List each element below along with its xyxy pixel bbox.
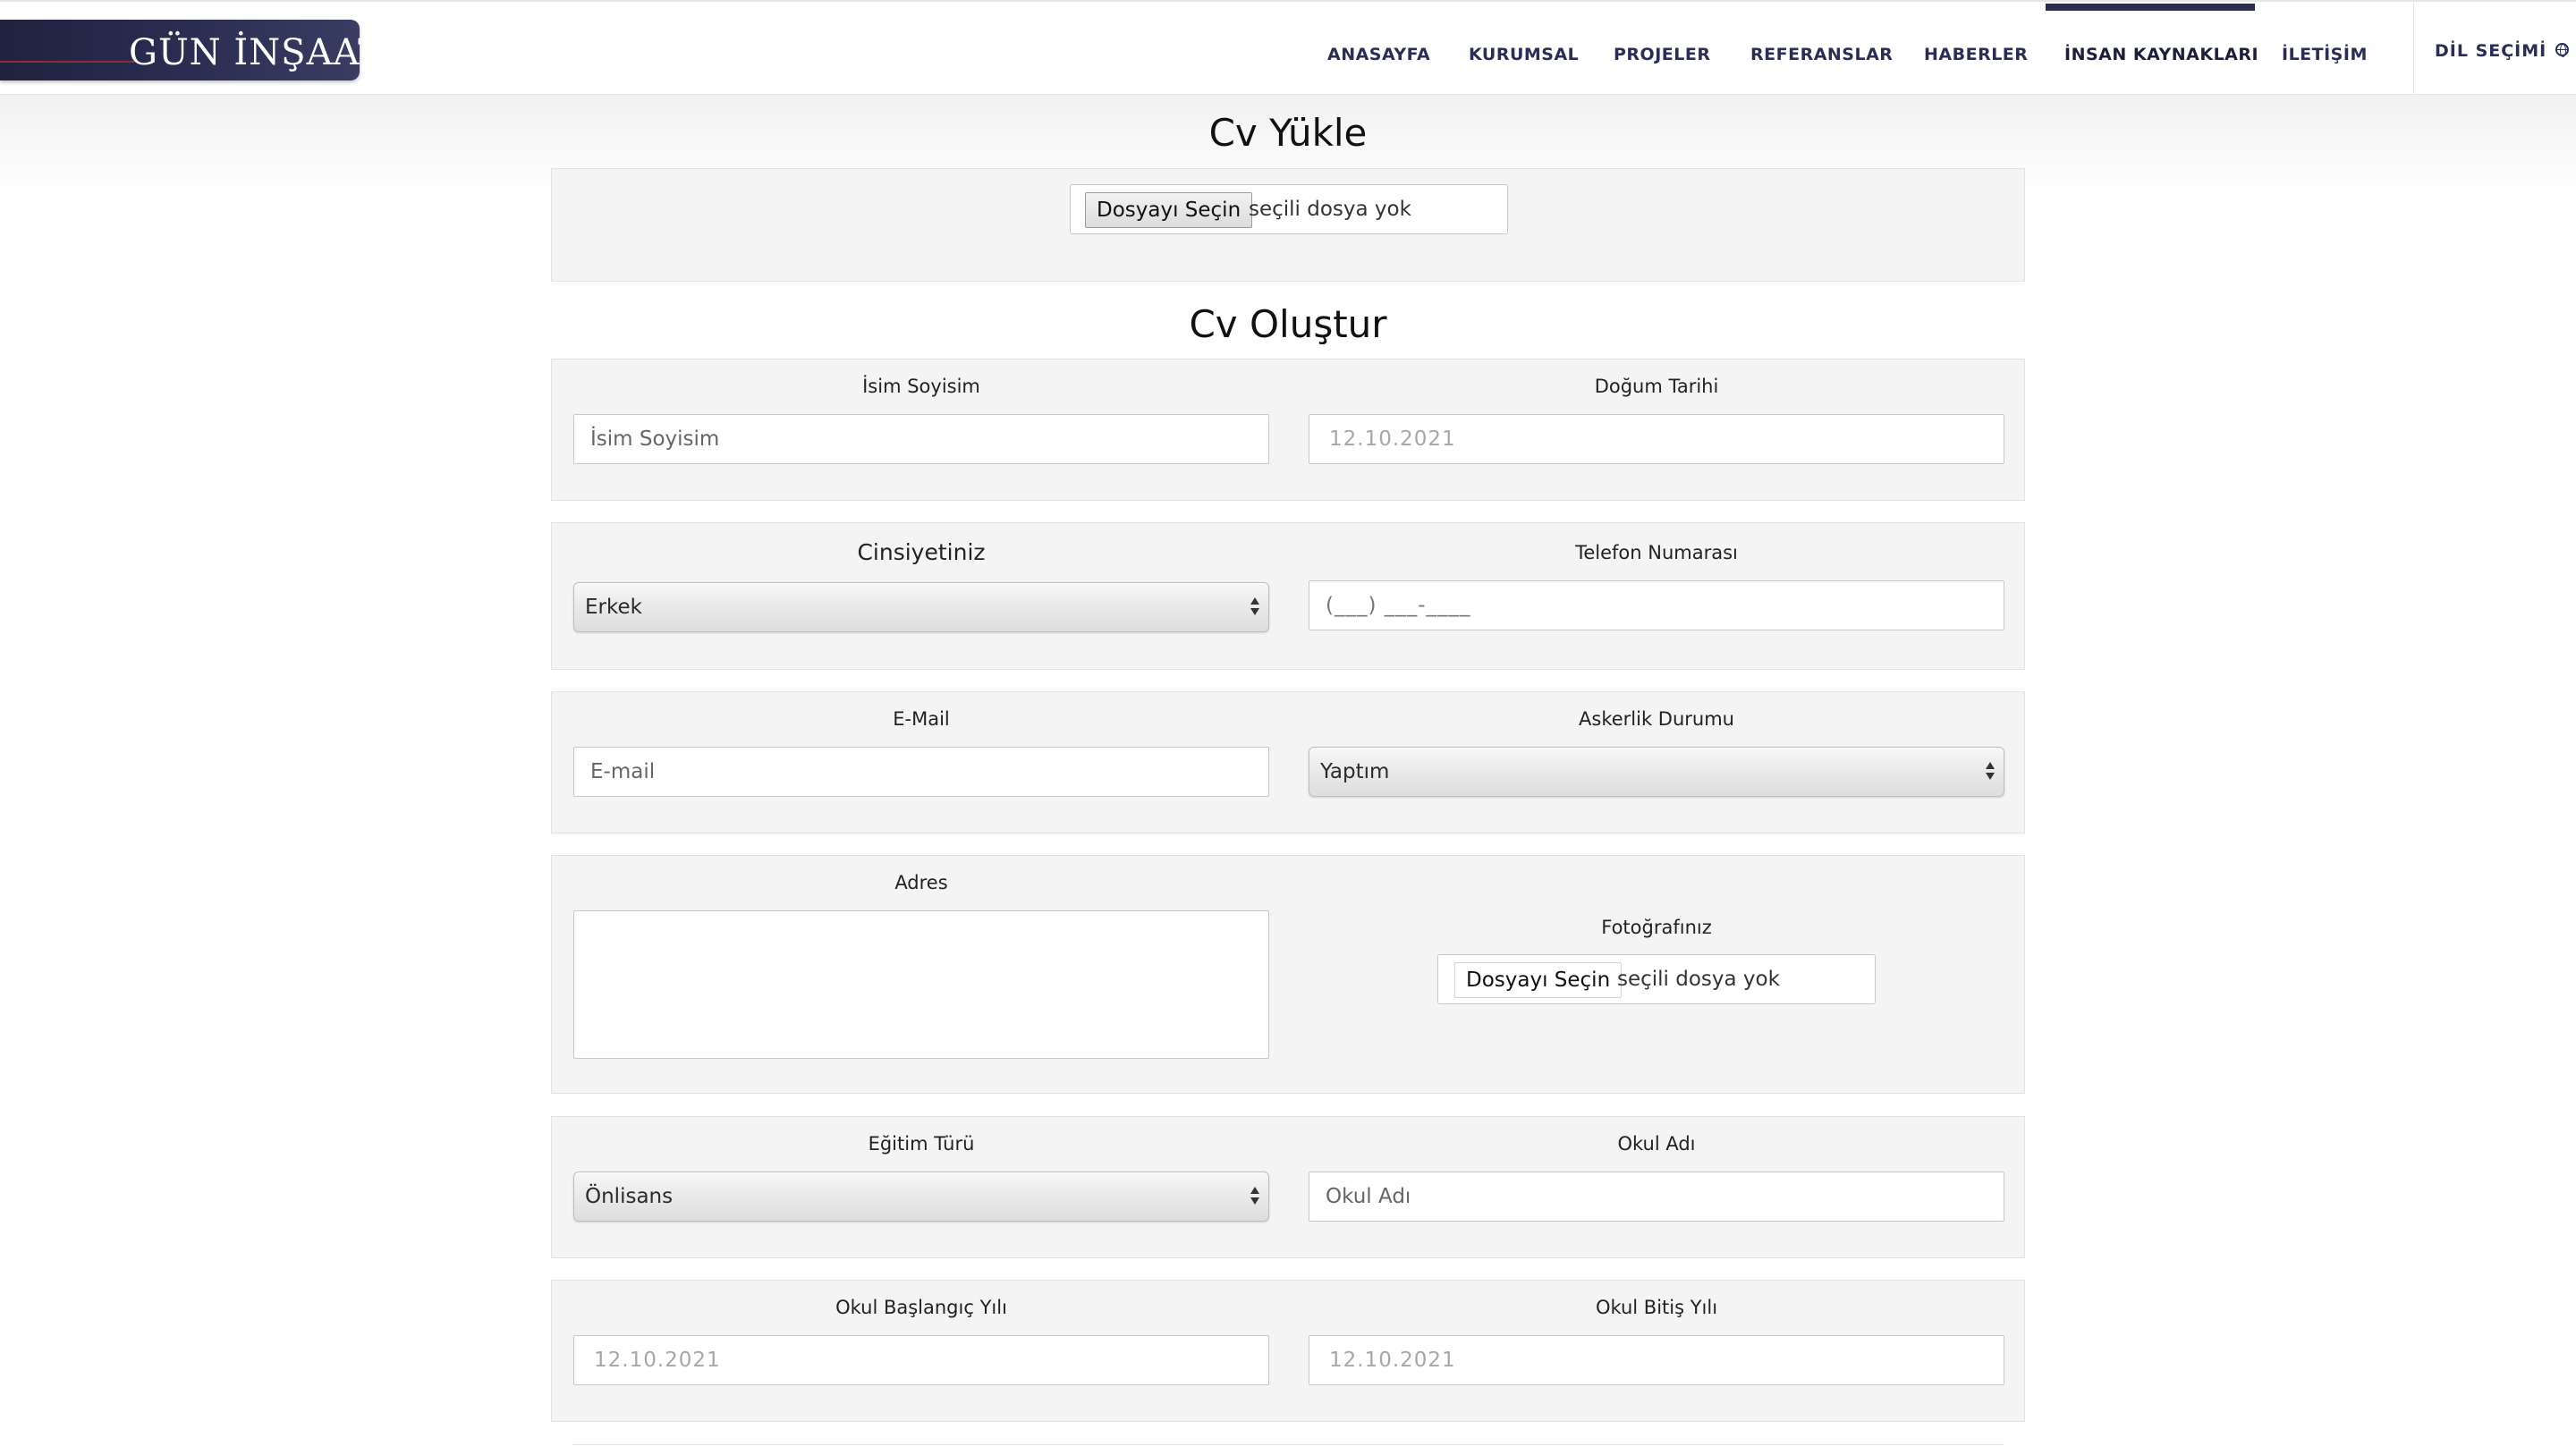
cv-file-status: seçili dosya yok — [1249, 198, 1411, 221]
cv-choose-file-button[interactable]: Dosyayı Seçin — [1085, 192, 1253, 228]
birth-date-input[interactable]: 12.10.2021 — [1309, 414, 2004, 464]
phone-label: Telefon Numarası — [1575, 542, 1738, 563]
name-input[interactable]: İsim Soyisim — [573, 414, 1269, 464]
nav-item-projeler[interactable]: PROJELER — [1614, 45, 1710, 64]
cv-upload-panel: Dosyayı Seçin seçili dosya yok — [551, 168, 2025, 282]
site-header: GÜN İNŞAAT ® ANASAYFA KURUMSAL PROJELER R… — [0, 0, 2576, 95]
language-label: DİL SEÇİMİ — [2435, 41, 2547, 61]
military-status-select[interactable]: Yaptım — [1309, 747, 2004, 797]
nav-item-anasayfa[interactable]: ANASAYFA — [1327, 45, 1430, 64]
select-arrows-icon — [1250, 597, 1259, 617]
school-end-input[interactable]: 12.10.2021 — [1309, 1335, 2004, 1385]
select-arrows-icon — [1250, 1187, 1259, 1206]
nav-item-kurumsal[interactable]: KURUMSAL — [1469, 45, 1579, 64]
brand-name: GÜN İNŞAAT — [129, 32, 383, 73]
cv-upload-title: Cv Yükle — [1208, 111, 1368, 155]
education-panel: Eğitim Türü Önlisans Okul Adı Okul Adı — [551, 1116, 2025, 1258]
address-textarea[interactable] — [573, 910, 1269, 1059]
school-name-label: Okul Adı — [1617, 1133, 1696, 1155]
gender-selected-value: Erkek — [585, 596, 642, 619]
brand-logo[interactable]: GÜN İNŞAAT ® — [0, 20, 395, 80]
birth-date-label: Doğum Tarihi — [1594, 376, 1719, 397]
photo-file-input[interactable]: Dosyayı Seçin seçili dosya yok — [1437, 954, 1876, 1004]
personal-info-panel: İsim Soyisim İsim Soyisim Doğum Tarihi 1… — [551, 359, 2025, 501]
email-label: E-Mail — [893, 708, 950, 730]
school-end-label: Okul Bitiş Yılı — [1595, 1297, 1718, 1318]
language-selector[interactable]: DİL SEÇİMİ — [2435, 41, 2570, 61]
globe-icon — [2555, 43, 2570, 57]
school-dates-panel: Okul Başlangıç Yılı 12.10.2021 Okul Biti… — [551, 1280, 2025, 1422]
email-input[interactable]: E-mail — [573, 747, 1269, 797]
header-divider — [2413, 2, 2414, 95]
military-selected-value: Yaptım — [1320, 760, 1390, 783]
logo-accent-line — [0, 61, 134, 63]
photo-label: Fotoğrafınız — [1601, 917, 1712, 938]
gender-select[interactable]: Erkek — [573, 582, 1269, 632]
school-start-label: Okul Başlangıç Yılı — [835, 1297, 1007, 1318]
trademark-mark: ® — [384, 38, 396, 50]
photo-file-status: seçili dosya yok — [1617, 968, 1780, 991]
nav-item-referanslar[interactable]: REFERANSLAR — [1750, 45, 1893, 64]
cv-file-input[interactable]: Dosyayı Seçin seçili dosya yok — [1070, 184, 1508, 234]
select-arrows-icon — [1986, 762, 1995, 782]
photo-choose-file-button[interactable]: Dosyayı Seçin — [1454, 962, 1623, 998]
name-label: İsim Soyisim — [862, 376, 980, 397]
email-military-panel: E-Mail E-mail Askerlik Durumu Yaptım — [551, 691, 2025, 833]
phone-input[interactable]: (___) ___-____ — [1309, 580, 2004, 630]
school-name-input[interactable]: Okul Adı — [1309, 1172, 2004, 1222]
gender-label: Cinsiyetiniz — [857, 539, 986, 565]
education-type-select[interactable]: Önlisans — [573, 1172, 1269, 1222]
logo-text: GÜN İNŞAAT ® — [129, 32, 396, 73]
education-selected-value: Önlisans — [585, 1185, 674, 1208]
cv-create-title: Cv Oluştur — [1189, 302, 1387, 346]
education-type-label: Eğitim Türü — [868, 1133, 975, 1155]
school-start-input[interactable]: 12.10.2021 — [573, 1335, 1269, 1385]
address-photo-panel: Adres Fotoğrafınız Dosyayı Seçin seçili … — [551, 855, 2025, 1094]
military-status-label: Askerlik Durumu — [1579, 708, 1734, 730]
nav-item-insan-kaynaklari[interactable]: İNSAN KAYNAKLARI — [2064, 45, 2258, 64]
active-nav-indicator — [2046, 4, 2255, 11]
gender-phone-panel: Cinsiyetiniz Erkek Telefon Numarası (___… — [551, 522, 2025, 670]
nav-item-iletisim[interactable]: İLETİŞİM — [2282, 45, 2368, 64]
next-section-divider — [572, 1444, 2004, 1445]
address-label: Adres — [894, 872, 948, 893]
nav-item-haberler[interactable]: HABERLER — [1924, 45, 2028, 64]
